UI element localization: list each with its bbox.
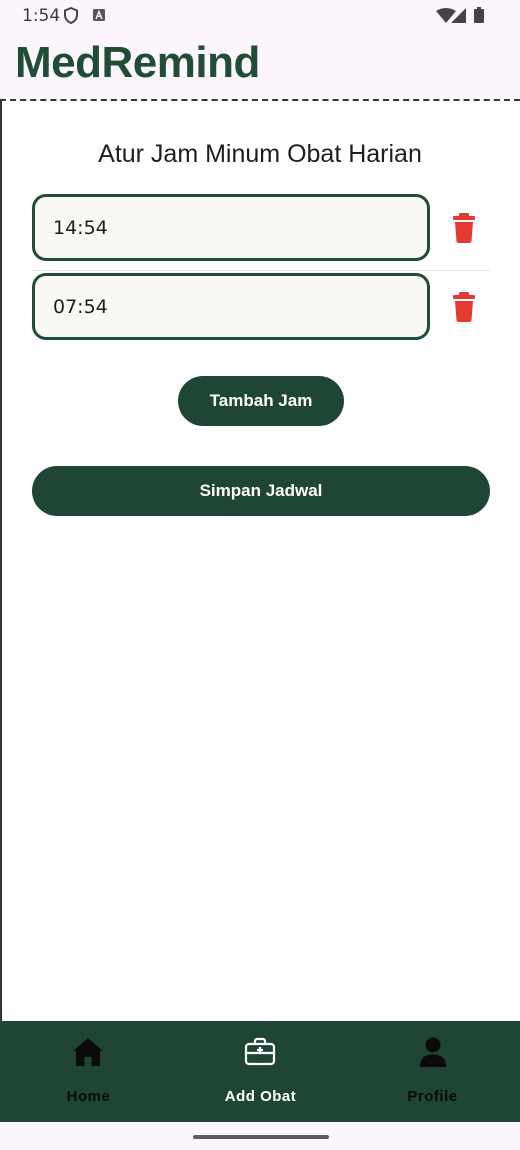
nav-label-add-obat: Add Obat (224, 1088, 297, 1105)
time-field-2[interactable] (32, 273, 430, 340)
app-title: MedRemind (15, 38, 260, 87)
row-divider (32, 270, 490, 271)
signal-icon (451, 8, 466, 23)
header-area: 1:54 MedRemind (0, 0, 520, 101)
app-screen: 1:54 MedRemind Atur Jam Minum Obat Haria… (0, 0, 520, 1150)
nav-item-add-obat[interactable]: Add Obat (174, 1021, 347, 1122)
status-time: 1:54 (22, 6, 61, 26)
screen-edge (0, 101, 2, 1021)
nav-label-profile: Profile (407, 1088, 458, 1105)
status-bar: 1:54 (0, 0, 520, 30)
header-divider (0, 99, 520, 101)
page-heading: Atur Jam Minum Obat Harian (98, 140, 422, 168)
nav-item-home[interactable]: Home (2, 1021, 175, 1122)
gesture-handle[interactable] (193, 1135, 329, 1139)
nav-item-profile[interactable]: Profile (346, 1021, 519, 1122)
gesture-area (0, 1122, 520, 1150)
battery-icon (474, 7, 484, 23)
home-icon (73, 1038, 103, 1066)
save-schedule-button[interactable]: Simpan Jadwal (32, 466, 490, 516)
bottom-nav: Home Add Obat Profile (0, 1021, 520, 1122)
time-input-1[interactable] (53, 197, 393, 258)
delete-icon[interactable] (452, 213, 476, 243)
nav-label-home: Home (66, 1088, 111, 1105)
time-input-2[interactable] (53, 276, 393, 337)
shield-icon (64, 7, 78, 24)
add-time-button[interactable]: Tambah Jam (178, 376, 344, 426)
medical-kit-icon (244, 1037, 276, 1066)
person-icon (420, 1037, 446, 1067)
time-field-1[interactable] (32, 194, 430, 261)
delete-icon[interactable] (452, 292, 476, 322)
text-a-icon (93, 9, 105, 21)
